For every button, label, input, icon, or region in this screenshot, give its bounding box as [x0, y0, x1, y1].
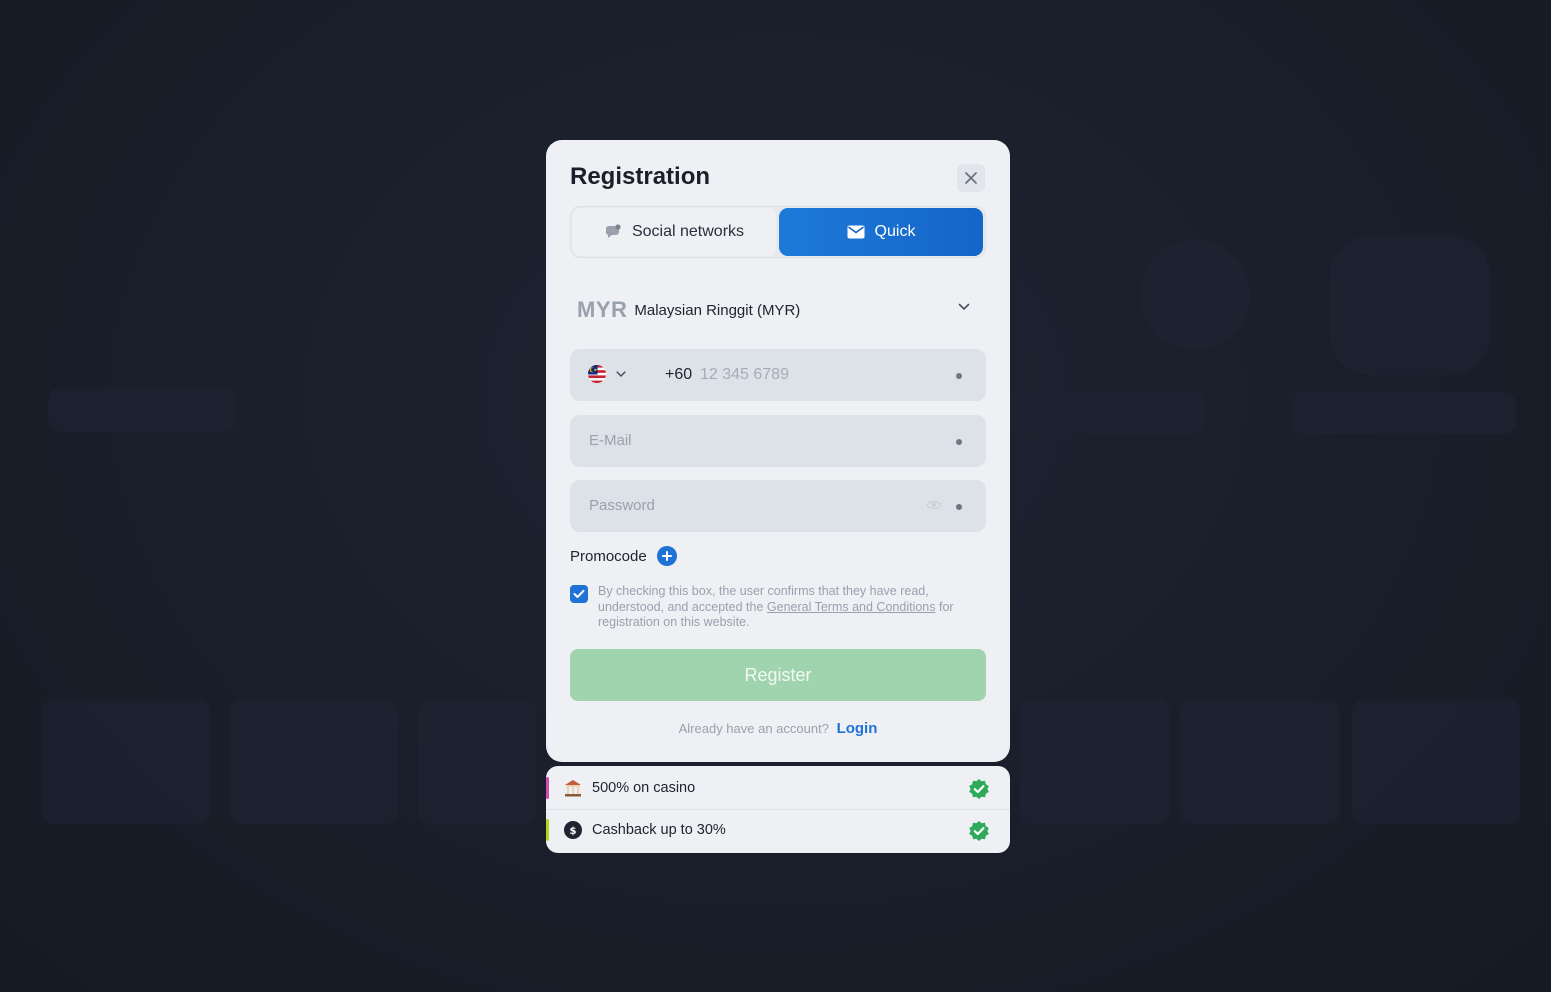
currency-name: Malaysian Ringgit (MYR) — [634, 301, 801, 319]
required-indicator — [956, 504, 962, 510]
bonus-label: 500% on casino — [592, 780, 696, 796]
checkmark-icon — [573, 589, 585, 598]
plus-icon — [656, 546, 677, 566]
eye-icon[interactable] — [926, 499, 942, 511]
svg-text:$: $ — [570, 826, 577, 837]
registration-modal: Registration Social networks Quick MYR M… — [546, 140, 1010, 762]
promocode-toggle[interactable]: Promocode — [570, 546, 677, 566]
bonus-list: 500% on casino $ Cashback up to 30% — [546, 766, 1010, 853]
currency-code: MYR — [577, 297, 628, 322]
promocode-label: Promocode — [570, 547, 647, 565]
background-panel — [1010, 392, 1206, 434]
country-code-select[interactable] — [588, 365, 626, 383]
email-placeholder: E-Mail — [589, 432, 632, 449]
phone-placeholder: 12 345 6789 — [700, 366, 789, 383]
password-field[interactable]: Password — [570, 480, 986, 532]
chat-bubble-icon — [605, 224, 621, 238]
background-panel — [48, 388, 236, 432]
password-placeholder: Password — [589, 497, 655, 514]
background-circle — [1330, 235, 1490, 375]
close-button[interactable] — [957, 164, 985, 192]
background-card — [418, 700, 536, 824]
background-circle — [1140, 240, 1250, 350]
bonus-label: Cashback up to 30% — [592, 822, 726, 838]
phone-country-code: +60 — [665, 366, 693, 383]
background-card — [1180, 700, 1340, 824]
envelope-icon — [847, 225, 865, 239]
verified-badge-icon — [969, 779, 989, 799]
background-card — [1352, 700, 1520, 824]
chevron-down-icon — [958, 303, 970, 311]
terms-checkbox[interactable] — [570, 585, 588, 603]
modal-title: Registration — [570, 163, 711, 190]
tab-quick[interactable]: Quick — [779, 208, 983, 256]
phone-field[interactable]: +60 12 345 6789 — [570, 349, 986, 401]
bonus-stripe — [546, 819, 549, 841]
background-card — [1020, 700, 1170, 824]
bonus-item[interactable]: $ Cashback up to 30% — [546, 809, 1010, 851]
required-indicator — [956, 373, 962, 379]
tab-quick-label: Quick — [874, 223, 916, 240]
background-card — [42, 700, 210, 824]
login-prompt-text: Already have an account? — [678, 721, 829, 736]
background-card — [230, 700, 398, 824]
casino-building-icon — [565, 780, 581, 797]
email-field[interactable]: E-Mail — [570, 415, 986, 467]
tab-social-label: Social networks — [631, 223, 745, 240]
malaysia-flag-icon — [588, 365, 606, 383]
currency-select[interactable]: MYR Malaysian Ringgit (MYR) — [570, 286, 986, 334]
close-icon — [965, 172, 977, 184]
background-panel — [1292, 392, 1516, 434]
login-link[interactable]: Login — [837, 720, 878, 737]
verified-badge-icon — [969, 821, 989, 841]
terms-text: By checking this box, the user confirms … — [598, 584, 986, 631]
cashback-coin-icon: $ — [564, 821, 582, 839]
login-prompt: Already have an account? Login — [546, 720, 1010, 737]
register-button[interactable]: Register — [570, 649, 986, 701]
tab-social-networks[interactable]: Social networks — [572, 208, 776, 256]
terms-link[interactable]: General Terms and Conditions — [767, 600, 936, 614]
required-indicator — [956, 439, 962, 445]
bonus-stripe — [546, 777, 549, 799]
bonus-item[interactable]: 500% on casino — [546, 767, 1010, 810]
registration-tabs: Social networks Quick — [570, 206, 986, 258]
chevron-down-icon — [616, 370, 626, 377]
